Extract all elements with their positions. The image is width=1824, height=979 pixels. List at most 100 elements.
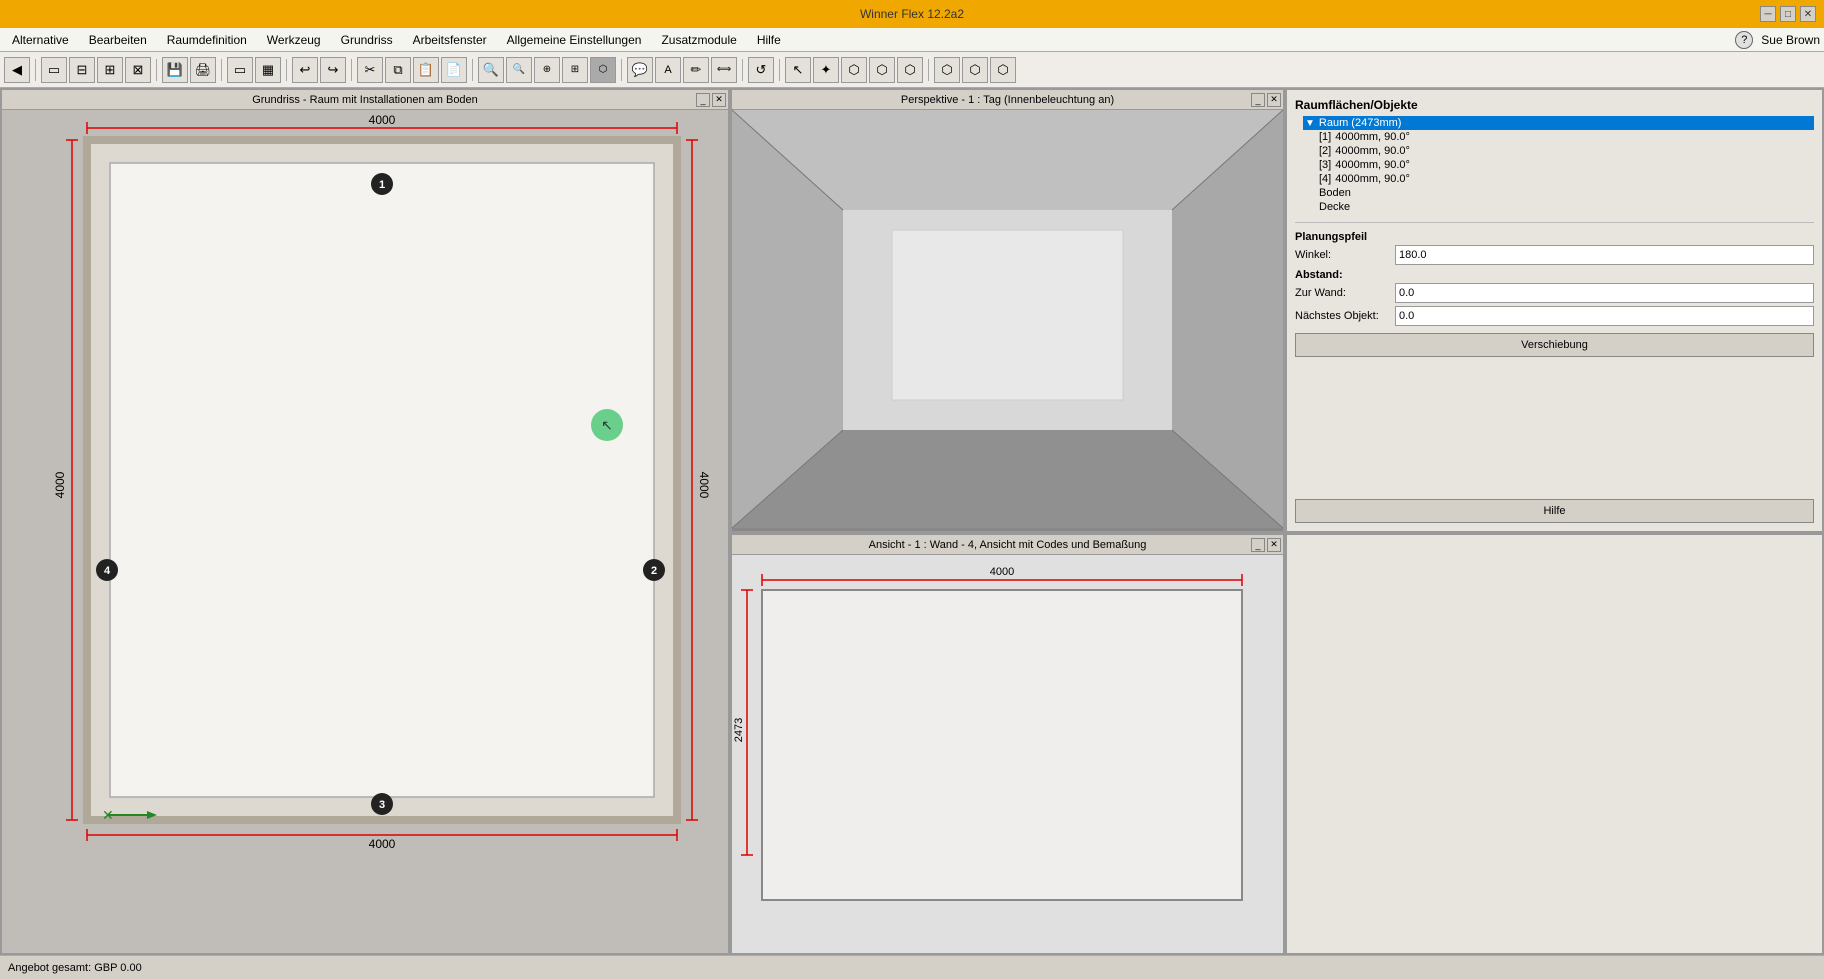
svg-text:4: 4 <box>104 565 111 577</box>
tree-wall-1-value: 4000mm, 90.0° <box>1335 131 1410 143</box>
view2-button[interactable]: ▦ <box>255 57 281 83</box>
perspective-panel: Perspektive - 1 : Tag (Innenbeleuchtung … <box>730 88 1285 533</box>
obj-btn1[interactable]: ⬡ <box>934 57 960 83</box>
naechstes-objekt-label: Nächstes Objekt: <box>1295 310 1395 322</box>
tree-room-label: Raum (2473mm) <box>1319 117 1402 129</box>
view-quad-button[interactable]: ⊠ <box>125 57 151 83</box>
stretch-button[interactable]: ⬡ <box>897 57 923 83</box>
obj-btn2[interactable]: ⬡ <box>962 57 988 83</box>
cut-button[interactable]: ✂ <box>357 57 383 83</box>
tree-decke[interactable]: Decke <box>1319 200 1814 214</box>
minimize-button[interactable]: ─ <box>1760 6 1776 22</box>
align-button[interactable]: ⬡ <box>841 57 867 83</box>
properties-bottom <box>1285 533 1824 955</box>
redo-button[interactable]: ↪ <box>320 57 346 83</box>
winkel-row: Winkel: <box>1295 245 1814 265</box>
tree-wall-2-value: 4000mm, 90.0° <box>1335 145 1410 157</box>
dimension-button[interactable]: ⟺ <box>711 57 737 83</box>
save-button[interactable]: 💾 <box>162 57 188 83</box>
menu-arbeitsfenster[interactable]: Arbeitsfenster <box>405 31 495 49</box>
menu-allgemeine-einstellungen[interactable]: Allgemeine Einstellungen <box>499 31 650 49</box>
menu-bar: Alternative Bearbeiten Raumdefinition We… <box>0 28 1824 52</box>
zur-wand-label: Zur Wand: <box>1295 287 1395 299</box>
move-button[interactable]: ✦ <box>813 57 839 83</box>
perspective-title: Perspektive - 1 : Tag (Innenbeleuchtung … <box>901 94 1114 106</box>
obj-btn3[interactable]: ⬡ <box>990 57 1016 83</box>
text-button[interactable]: A <box>655 57 681 83</box>
svg-text:3: 3 <box>379 799 385 811</box>
floorplan-minimize-btn[interactable]: _ <box>696 93 710 107</box>
paste-button[interactable]: 📋 <box>413 57 439 83</box>
perspective-minimize-btn[interactable]: _ <box>1251 93 1265 107</box>
view-split-v-button[interactable]: ⊞ <box>97 57 123 83</box>
zoom-out-button[interactable]: 🔍 <box>506 57 532 83</box>
help-icon[interactable]: ? <box>1735 31 1753 49</box>
view-single-button[interactable]: ▭ <box>41 57 67 83</box>
zoom-in-button[interactable]: 🔍 <box>478 57 504 83</box>
zoom-fit-button[interactable]: ⊕ <box>534 57 560 83</box>
help-button[interactable]: Hilfe <box>1295 499 1814 523</box>
svg-text:2: 2 <box>651 565 657 577</box>
toolbar-sep-5 <box>351 59 352 81</box>
toolbar-sep-2 <box>156 59 157 81</box>
wall-panel: Ansicht - 1 : Wand - 4, Ansicht mit Code… <box>730 533 1285 955</box>
perspective-view[interactable] <box>732 110 1283 531</box>
print-button[interactable]: 🖨 <box>190 57 216 83</box>
tree-wall-1[interactable]: [1] 4000mm, 90.0° <box>1319 130 1814 144</box>
tree-wall-2[interactable]: [2] 4000mm, 90.0° <box>1319 144 1814 158</box>
annotation-button[interactable]: 💬 <box>627 57 653 83</box>
mirror-button[interactable]: ⬡ <box>869 57 895 83</box>
floorplan-close-btn[interactable]: ✕ <box>712 93 726 107</box>
zur-wand-input[interactable] <box>1395 283 1814 303</box>
menu-grundriss[interactable]: Grundriss <box>333 31 401 49</box>
svg-text:1: 1 <box>379 179 385 191</box>
wall-close-btn[interactable]: ✕ <box>1267 538 1281 552</box>
winkel-input[interactable] <box>1395 245 1814 265</box>
menu-alternative[interactable]: Alternative <box>4 31 77 49</box>
zur-wand-row: Zur Wand: <box>1295 283 1814 303</box>
menu-hilfe[interactable]: Hilfe <box>749 31 789 49</box>
right-area: Perspektive - 1 : Tag (Innenbeleuchtung … <box>730 88 1824 955</box>
svg-text:↖: ↖ <box>601 417 613 433</box>
menu-zusatzmodule[interactable]: Zusatzmodule <box>653 31 744 49</box>
floorplan-title: Grundriss - Raum mit Installationen am B… <box>252 94 478 106</box>
rotate-button[interactable]: ↺ <box>748 57 774 83</box>
tree-wall-2-num: [2] <box>1319 145 1331 157</box>
naechstes-objekt-input[interactable] <box>1395 306 1814 326</box>
draw-button[interactable]: ✏ <box>683 57 709 83</box>
paste-special-button[interactable]: 📄 <box>441 57 467 83</box>
perspective-panel-controls: _ ✕ <box>1251 93 1281 107</box>
view1-button[interactable]: ▭ <box>227 57 253 83</box>
zoom-pan-button[interactable]: ⬡ <box>590 57 616 83</box>
copy-button[interactable]: ⧉ <box>385 57 411 83</box>
menu-werkzeug[interactable]: Werkzeug <box>259 31 329 49</box>
back-button[interactable]: ◀ <box>4 57 30 83</box>
perspective-titlebar: Perspektive - 1 : Tag (Innenbeleuchtung … <box>732 90 1283 110</box>
tree-wall-4-num: [4] <box>1319 173 1331 185</box>
zoom-window-button[interactable]: ⊞ <box>562 57 588 83</box>
select-button[interactable]: ↖ <box>785 57 811 83</box>
verschiebung-button[interactable]: Verschiebung <box>1295 333 1814 357</box>
wall-minimize-btn[interactable]: _ <box>1251 538 1265 552</box>
toolbar-sep-1 <box>35 59 36 81</box>
svg-text:4000: 4000 <box>697 472 711 499</box>
tree-wall-3-value: 4000mm, 90.0° <box>1335 159 1410 171</box>
properties-title: Raumflächen/Objekte <box>1295 98 1814 112</box>
perspective-close-btn[interactable]: ✕ <box>1267 93 1281 107</box>
abstand-label: Abstand: <box>1295 269 1814 281</box>
undo-button[interactable]: ↩ <box>292 57 318 83</box>
close-button[interactable]: ✕ <box>1800 6 1816 22</box>
menu-raumdefinition[interactable]: Raumdefinition <box>159 31 255 49</box>
tree-wall-3[interactable]: [3] 4000mm, 90.0° <box>1319 158 1814 172</box>
tree-boden[interactable]: Boden <box>1319 186 1814 200</box>
tree-room[interactable]: ▼ Raum (2473mm) <box>1303 116 1814 130</box>
floorplan-canvas[interactable]: 4000 4000 4000 4000 1 <box>2 110 728 953</box>
menu-bearbeiten[interactable]: Bearbeiten <box>81 31 155 49</box>
maximize-button[interactable]: □ <box>1780 6 1796 22</box>
tree-wall-4[interactable]: [4] 4000mm, 90.0° <box>1319 172 1814 186</box>
wall-view[interactable]: 4000 2473 <box>732 555 1283 953</box>
tree-wall-3-num: [3] <box>1319 159 1331 171</box>
chevron-down-icon: ▼ <box>1305 118 1315 129</box>
view-split-h-button[interactable]: ⊟ <box>69 57 95 83</box>
main-area: Grundriss - Raum mit Installationen am B… <box>0 88 1824 955</box>
